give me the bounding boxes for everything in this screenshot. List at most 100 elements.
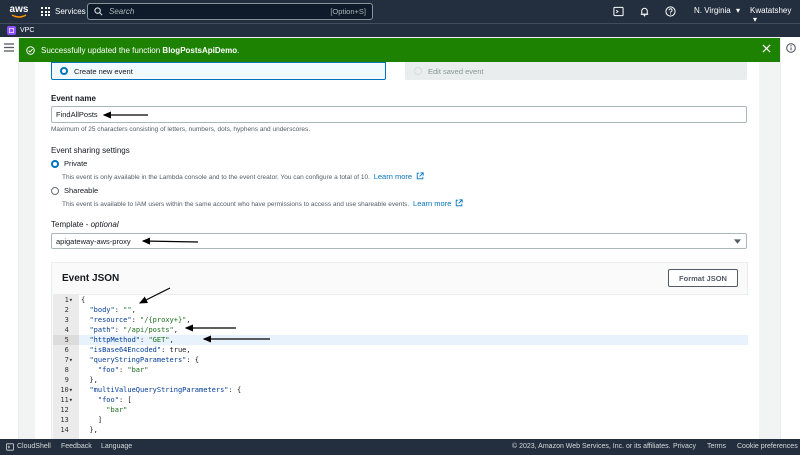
code-line[interactable]: 8 "foo": "bar"	[53, 365, 748, 375]
code-text: },	[81, 376, 98, 384]
template-select[interactable]: apigateway-aws-proxy	[51, 233, 747, 249]
footer-cloudshell-link[interactable]: CloudShell	[17, 443, 51, 450]
line-number: 3	[64, 316, 73, 324]
code-line[interactable]: 6 "isBase64Encoded": true,	[53, 345, 748, 355]
flash-message: Successfully updated the function BlogPo…	[41, 46, 239, 55]
code-line[interactable]: 11▾ "foo": [	[53, 395, 748, 405]
line-number: 5	[53, 335, 79, 345]
line-number: 14	[60, 426, 73, 434]
line-number: 12	[60, 406, 73, 414]
line-number: 10▾	[60, 386, 73, 394]
region-label: N. Virginia	[694, 6, 731, 15]
private-description-row: This event is only available in the Lamb…	[62, 172, 424, 181]
learn-more-link[interactable]: Learn more	[374, 172, 412, 181]
search-input[interactable]	[109, 7, 331, 16]
service-shortcut-bar: VPC	[0, 23, 800, 37]
line-number: 13	[60, 416, 73, 424]
external-link-icon	[455, 199, 463, 207]
footer-cookie-preferences-link[interactable]: Cookie preferences	[737, 443, 798, 450]
code-text: "queryStringParameters": {	[89, 356, 200, 364]
info-icon[interactable]	[786, 43, 796, 53]
template-selected-value: apigateway-aws-proxy	[56, 236, 131, 246]
flash-message-suffix: .	[237, 45, 240, 55]
template-label: Template - optional	[51, 220, 119, 229]
format-json-button[interactable]: Format JSON	[668, 269, 738, 287]
line-number: 6	[64, 346, 73, 354]
code-line[interactable]: 13 ]	[53, 415, 748, 425]
shareable-option[interactable]: Shareable	[51, 186, 98, 195]
flash-function-name: BlogPostsApiDemo	[162, 45, 238, 55]
code-text: "foo": [	[97, 396, 132, 404]
saved-event-label: Edit saved event	[428, 66, 484, 76]
help-icon[interactable]	[665, 6, 676, 17]
hamburger-menu-icon[interactable]	[4, 43, 14, 52]
services-menu[interactable]: Services	[41, 0, 86, 23]
create-event-radio[interactable]	[60, 67, 68, 75]
line-number: 11▾	[60, 396, 73, 404]
sharing-settings-label: Event sharing settings	[51, 146, 130, 155]
code-line[interactable]: 10▾ "multiValueQueryStringParameters": {	[53, 385, 748, 395]
private-option[interactable]: Private	[51, 159, 87, 168]
saved-event-radio	[414, 67, 422, 75]
template-label-text: Template	[51, 220, 84, 229]
code-line[interactable]: 2 "body": "",	[53, 305, 748, 315]
learn-more-link[interactable]: Learn more	[413, 199, 451, 208]
edit-saved-event-option: Edit saved event	[405, 62, 747, 80]
search-shortcut: [Option+S]	[330, 7, 366, 16]
create-event-label: Create new event	[74, 66, 133, 76]
code-line[interactable]: 7▾ "queryStringParameters": {	[53, 355, 748, 365]
private-radio[interactable]	[51, 159, 59, 168]
code-text: "resource": "/{proxy+}",	[89, 316, 191, 324]
code-text: "multiValueQueryStringParameters": {	[89, 386, 242, 394]
event-name-hint: Maximum of 25 characters consisting of l…	[51, 126, 311, 133]
code-text: },	[81, 426, 98, 434]
code-text: "isBase64Encoded": true,	[89, 346, 191, 354]
line-number: 9	[64, 376, 73, 384]
success-flash-banner: Successfully updated the function BlogPo…	[19, 38, 780, 62]
footer-feedback-link[interactable]: Feedback	[61, 443, 92, 450]
private-label: Private	[64, 159, 88, 168]
right-rail	[780, 37, 800, 439]
code-text: {	[81, 296, 86, 304]
footer: CloudShell Feedback Language © 2023, Ama…	[0, 439, 800, 455]
code-text: ]	[81, 416, 103, 424]
footer-privacy-link[interactable]: Privacy	[673, 443, 696, 450]
line-number: 1▾	[64, 296, 73, 304]
code-line[interactable]: 4 "path": "/api/posts",	[53, 325, 748, 335]
code-text: "httpMethod": "GET",	[89, 336, 174, 344]
search-box[interactable]: [Option+S]	[87, 3, 373, 20]
code-line[interactable]: 1▾ {	[53, 295, 748, 305]
vpc-service-icon	[7, 26, 16, 35]
caret-down-icon	[734, 239, 741, 244]
code-line[interactable]: 3 "resource": "/{proxy+}",	[53, 315, 748, 325]
line-number: 4	[64, 326, 73, 334]
bell-icon[interactable]	[639, 6, 650, 17]
code-text: "path": "/api/posts",	[89, 326, 178, 334]
cloudshell-icon	[6, 443, 14, 451]
code-lines: 1▾ {2 "body": "", 3 "resource": "/{proxy+}…	[53, 295, 748, 435]
create-new-event-option[interactable]: Create new event	[51, 62, 386, 80]
account-menu[interactable]: Kwatatshey ▾	[750, 6, 800, 24]
json-code-editor[interactable]: 1▾ {2 "body": "", 3 "resource": "/{proxy+}…	[53, 294, 748, 441]
shareable-radio[interactable]	[51, 186, 59, 195]
code-line[interactable]: 12 "bar"	[53, 405, 748, 415]
region-selector[interactable]: N. Virginia ▾	[694, 6, 740, 15]
footer-language-link[interactable]: Language	[101, 443, 132, 450]
top-navigation: aws Services [Option+S] N. Virginia ▾ Kw…	[0, 0, 800, 24]
close-icon[interactable]	[762, 44, 771, 53]
shareable-description-row: This event is available to IAM users wit…	[62, 199, 463, 208]
private-description: This event is only available in the Lamb…	[62, 174, 370, 181]
code-text: "body": "",	[89, 306, 136, 314]
shareable-label: Shareable	[64, 186, 99, 195]
event-name-label: Event name	[51, 94, 96, 103]
shareable-description: This event is available to IAM users wit…	[62, 201, 410, 208]
aws-logo[interactable]: aws	[6, 5, 32, 18]
event-name-input[interactable]	[51, 106, 747, 123]
footer-terms-link[interactable]: Terms	[707, 443, 726, 450]
flash-message-text: Successfully updated the function	[41, 45, 163, 55]
vpc-shortcut-link[interactable]: VPC	[20, 27, 34, 34]
code-line[interactable]: 9 },	[53, 375, 748, 385]
code-line[interactable]: 14 },	[53, 425, 748, 435]
cloudshell-icon[interactable]	[613, 6, 624, 17]
code-line[interactable]: 5 "httpMethod": "GET",	[53, 335, 748, 345]
